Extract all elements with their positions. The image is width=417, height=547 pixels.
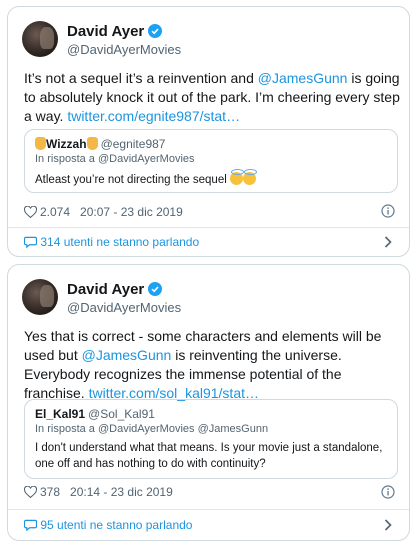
info-icon[interactable] (381, 204, 395, 218)
author-name[interactable]: David Ayer (67, 23, 144, 40)
quoted-author-handle: @Sol_Kal91 (88, 407, 155, 421)
author-name-row: David Ayer (67, 281, 163, 299)
conversation-count[interactable]: 95 utenti ne stanno parlando (40, 518, 192, 532)
quoted-author-row: Wizzah @egnite987 (35, 137, 165, 151)
url-link[interactable]: twitter.com/egnite987/stat… (67, 108, 240, 124)
like-count[interactable]: 378 (40, 485, 60, 499)
tweet-card[interactable]: David Ayer @DavidAyerMovies It’s not a s… (7, 6, 410, 257)
quoted-author-name: El_Kal91 (35, 407, 86, 421)
quoted-text: Atleast you’re not directing the sequel (35, 169, 387, 188)
avatar[interactable] (22, 21, 58, 57)
conversation-link[interactable]: 314 utenti ne stanno parlando (23, 234, 199, 249)
tweet-text: It’s not a sequel it’s a reinvention and… (24, 69, 404, 126)
timestamp[interactable]: 20:14 - 23 dic 2019 (70, 485, 173, 499)
author-handle[interactable]: @DavidAyerMovies (67, 42, 181, 57)
halo-face-emoji-icon (230, 169, 244, 185)
tweet-meta: 378 20:14 - 23 dic 2019 (23, 484, 173, 500)
quoted-tweet[interactable]: Wizzah @egnite987 In risposta a @DavidAye… (24, 129, 398, 193)
chevron-right-icon[interactable] (383, 235, 393, 249)
heart-icon[interactable] (23, 485, 38, 498)
quoted-text-body: Atleast you’re not directing the sequel (35, 174, 227, 186)
author-handle[interactable]: @DavidAyerMovies (67, 300, 181, 315)
conversation-link[interactable]: 95 utenti ne stanno parlando (23, 517, 192, 532)
conversation-count[interactable]: 314 utenti ne stanno parlando (40, 235, 199, 249)
speech-bubble-icon (23, 519, 38, 532)
quoted-tweet[interactable]: El_Kal91 @Sol_Kal91 In risposta a @DavidA… (24, 399, 398, 479)
author-name-row: David Ayer (67, 23, 163, 41)
heart-icon[interactable] (23, 205, 38, 218)
tweet-text-part: It’s not a sequel it’s a reinvention and (24, 70, 258, 86)
speech-bubble-icon (23, 236, 38, 249)
mention-link[interactable]: @JamesGunn (258, 70, 348, 86)
author-name[interactable]: David Ayer (67, 281, 144, 298)
verified-badge-icon (148, 24, 163, 38)
tweet-card[interactable]: David Ayer @DavidAyerMovies Yes that is … (7, 264, 410, 541)
raised-hands-emoji-icon (86, 137, 98, 150)
divider (8, 227, 409, 228)
reply-context: In risposta a @DavidAyerMovies @JamesGun… (35, 423, 269, 435)
info-icon[interactable] (381, 485, 395, 499)
raised-hands-emoji-icon (35, 137, 46, 150)
tweet-meta: 2.074 20:07 - 23 dic 2019 (23, 204, 183, 220)
verified-badge-icon (148, 282, 163, 296)
halo-face-emoji-icon (243, 169, 257, 185)
quoted-author-name: Wizzah (46, 137, 87, 151)
divider (8, 509, 409, 510)
chevron-right-icon[interactable] (383, 518, 393, 532)
quoted-author-handle: @egnite987 (100, 137, 166, 151)
mention-link[interactable]: @JamesGunn (82, 347, 172, 363)
tweet-text: Yes that is correct - some characters an… (24, 327, 404, 403)
quoted-author-row: El_Kal91 @Sol_Kal91 (35, 407, 155, 421)
timestamp[interactable]: 20:07 - 23 dic 2019 (80, 205, 183, 219)
quoted-text: I don't understand what that means. Is y… (35, 442, 383, 470)
reply-context: In risposta a @DavidAyerMovies (35, 153, 195, 165)
avatar[interactable] (22, 279, 58, 315)
like-count[interactable]: 2.074 (40, 205, 70, 219)
